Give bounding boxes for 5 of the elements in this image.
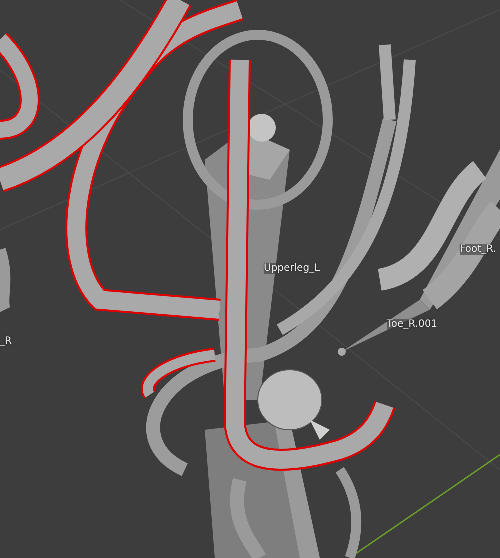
bone-name-label: Toe_R.001 xyxy=(387,319,438,330)
bone-name-label: Foot_R. xyxy=(460,244,496,255)
3d-viewport[interactable]: Upperleg_L Foot_R. Toe_R.001 _R xyxy=(0,0,500,558)
bone-name-label: Upperleg_L xyxy=(264,263,320,274)
bone-name-label: _R xyxy=(0,336,12,347)
